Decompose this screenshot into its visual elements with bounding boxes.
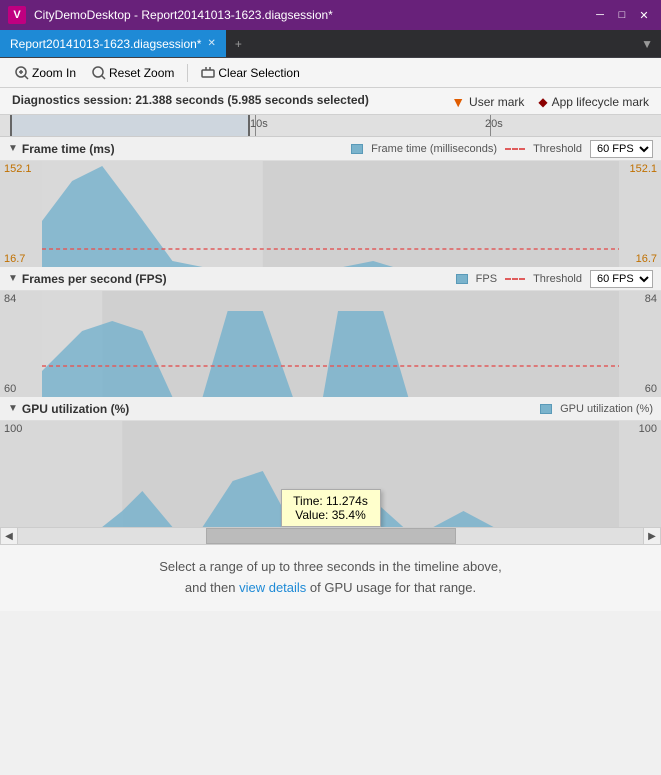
frame-time-panel: ▼ Frame time (ms) Frame time (millisecon… bbox=[0, 137, 661, 267]
user-mark-legend: ▼ User mark bbox=[451, 94, 524, 110]
scroll-left-button[interactable]: ◀ bbox=[0, 527, 18, 545]
chart-tooltip: Time: 11.274s Value: 35.4% bbox=[281, 489, 381, 527]
fps-y-right: 84 60 bbox=[619, 291, 661, 397]
frame-time-y-left: 152.1 16.7 bbox=[0, 161, 42, 267]
gpu-y-right: 100 bbox=[619, 421, 661, 527]
frame-time-svg bbox=[42, 161, 619, 267]
gpu-legend-box bbox=[540, 404, 552, 414]
fps-y-top: 84 bbox=[4, 293, 38, 305]
vs-icon: V bbox=[8, 6, 26, 24]
gpu-header: ▼ GPU utilization (%) GPU utilization (%… bbox=[0, 397, 661, 421]
close-button[interactable]: ✕ bbox=[635, 6, 653, 24]
tab-label: Report20141013-1623.diagsession* bbox=[10, 37, 201, 51]
frame-time-header: ▼ Frame time (ms) Frame time (millisecon… bbox=[0, 137, 661, 161]
zoom-in-icon bbox=[15, 66, 29, 80]
fps-header: ▼ Frames per second (FPS) FPS Threshold … bbox=[0, 267, 661, 291]
tooltip-time: Time: 11.274s bbox=[292, 494, 370, 508]
scroll-right-button[interactable]: ▶ bbox=[643, 527, 661, 545]
gpu-y-top: 100 bbox=[4, 423, 38, 435]
frame-time-legend-box bbox=[351, 144, 363, 154]
fps-threshold-icon bbox=[505, 278, 525, 280]
scroll-thumb[interactable] bbox=[206, 528, 456, 544]
fps-svg bbox=[42, 291, 619, 397]
fps-collapse[interactable]: ▼ bbox=[8, 273, 18, 284]
frame-time-y-bottom-right: 16.7 bbox=[623, 253, 657, 265]
fps-y-left: 84 60 bbox=[0, 291, 42, 397]
tab-add-button[interactable]: + bbox=[227, 30, 250, 57]
fps-y-top-right: 84 bbox=[623, 293, 657, 305]
legend: ▼ User mark ◆ App lifecycle mark bbox=[451, 92, 649, 110]
app-lifecycle-label: App lifecycle mark bbox=[552, 95, 649, 109]
fps-legend: FPS Threshold 60 FPS 30 FPS bbox=[456, 270, 653, 288]
selection-region bbox=[10, 115, 250, 136]
fps-title: ▼ Frames per second (FPS) bbox=[8, 272, 167, 286]
frame-time-y-bottom: 16.7 bbox=[4, 253, 38, 265]
gpu-y-left: 100 bbox=[0, 421, 42, 527]
reset-zoom-icon bbox=[92, 66, 106, 80]
fps-legend-box bbox=[456, 274, 468, 284]
user-mark-label: User mark bbox=[469, 95, 524, 109]
maximize-button[interactable]: □ bbox=[613, 6, 631, 24]
app-lifecycle-icon: ◆ bbox=[538, 95, 547, 109]
bottom-description: Select a range of up to three seconds in… bbox=[0, 545, 661, 611]
title-bar: V CityDemoDesktop - Report20141013-1623.… bbox=[0, 0, 661, 30]
bottom-line2: and then view details of GPU usage for t… bbox=[20, 578, 641, 599]
clear-selection-icon bbox=[201, 66, 215, 80]
frame-time-y-right: 152.1 16.7 bbox=[619, 161, 661, 267]
frame-time-y-top-right: 152.1 bbox=[623, 163, 657, 175]
gpu-y-top-right: 100 bbox=[623, 423, 657, 435]
tab-scroll-button[interactable]: ▼ bbox=[633, 30, 661, 57]
view-details-link[interactable]: view details bbox=[239, 580, 306, 595]
gpu-panel: ▼ GPU utilization (%) GPU utilization (%… bbox=[0, 397, 661, 527]
ruler-label-10s: 10s bbox=[250, 118, 268, 130]
frame-time-legend: Frame time (milliseconds) Threshold 60 F… bbox=[351, 140, 653, 158]
scroll-track[interactable] bbox=[18, 528, 643, 544]
toolbar-separator bbox=[187, 64, 188, 82]
gpu-legend: GPU utilization (%) bbox=[540, 403, 653, 415]
frame-time-y-top: 152.1 bbox=[4, 163, 38, 175]
fps-y-mid: 60 bbox=[4, 383, 38, 395]
zoom-in-button[interactable]: Zoom In bbox=[8, 63, 83, 83]
gpu-body: 100 100 Time: 11.274s Value: 35.4% bbox=[0, 421, 661, 527]
gpu-collapse[interactable]: ▼ bbox=[8, 403, 18, 414]
frame-time-title: ▼ Frame time (ms) bbox=[8, 142, 115, 156]
bottom-line1: Select a range of up to three seconds in… bbox=[20, 557, 641, 578]
timeline-ruler[interactable]: 10s 20s bbox=[0, 115, 661, 137]
info-bar: Diagnostics session: 21.388 seconds (5.9… bbox=[0, 88, 661, 115]
threshold-dashed-icon bbox=[505, 148, 525, 150]
fps-body: 84 60 84 60 bbox=[0, 291, 661, 397]
window-controls: ─ □ ✕ bbox=[591, 6, 653, 24]
minimize-button[interactable]: ─ bbox=[591, 6, 609, 24]
session-info: Diagnostics session: 21.388 seconds (5.9… bbox=[12, 92, 369, 109]
tab-close-button[interactable]: ✕ bbox=[207, 38, 215, 49]
fps-panel: ▼ Frames per second (FPS) FPS Threshold … bbox=[0, 267, 661, 397]
window-title: CityDemoDesktop - Report20141013-1623.di… bbox=[34, 8, 583, 22]
zoom-in-label: Zoom In bbox=[32, 66, 76, 80]
ruler-label-20s: 20s bbox=[485, 118, 503, 130]
toolbar: Zoom In Reset Zoom Clear Selection bbox=[0, 58, 661, 88]
tooltip-value: Value: 35.4% bbox=[292, 508, 370, 522]
fps-y-mid-right: 60 bbox=[623, 383, 657, 395]
user-mark-icon: ▼ bbox=[451, 94, 465, 110]
reset-zoom-label: Reset Zoom bbox=[109, 66, 174, 80]
gpu-title: ▼ GPU utilization (%) bbox=[8, 402, 129, 416]
scrollbar[interactable]: ◀ ▶ bbox=[0, 527, 661, 545]
fps-fps-select[interactable]: 60 FPS 30 FPS bbox=[590, 270, 653, 288]
active-tab[interactable]: Report20141013-1623.diagsession* ✕ bbox=[0, 30, 227, 57]
frame-time-collapse[interactable]: ▼ bbox=[8, 143, 18, 154]
reset-zoom-button[interactable]: Reset Zoom bbox=[85, 63, 181, 83]
clear-selection-button[interactable]: Clear Selection bbox=[194, 63, 306, 83]
frame-time-body: 152.1 16.7 152.1 16.7 bbox=[0, 161, 661, 267]
frame-time-fps-select[interactable]: 60 FPS 30 FPS bbox=[590, 140, 653, 158]
clear-selection-label: Clear Selection bbox=[218, 66, 299, 80]
tab-bar: Report20141013-1623.diagsession* ✕ + ▼ bbox=[0, 30, 661, 58]
app-lifecycle-legend: ◆ App lifecycle mark bbox=[538, 95, 649, 109]
